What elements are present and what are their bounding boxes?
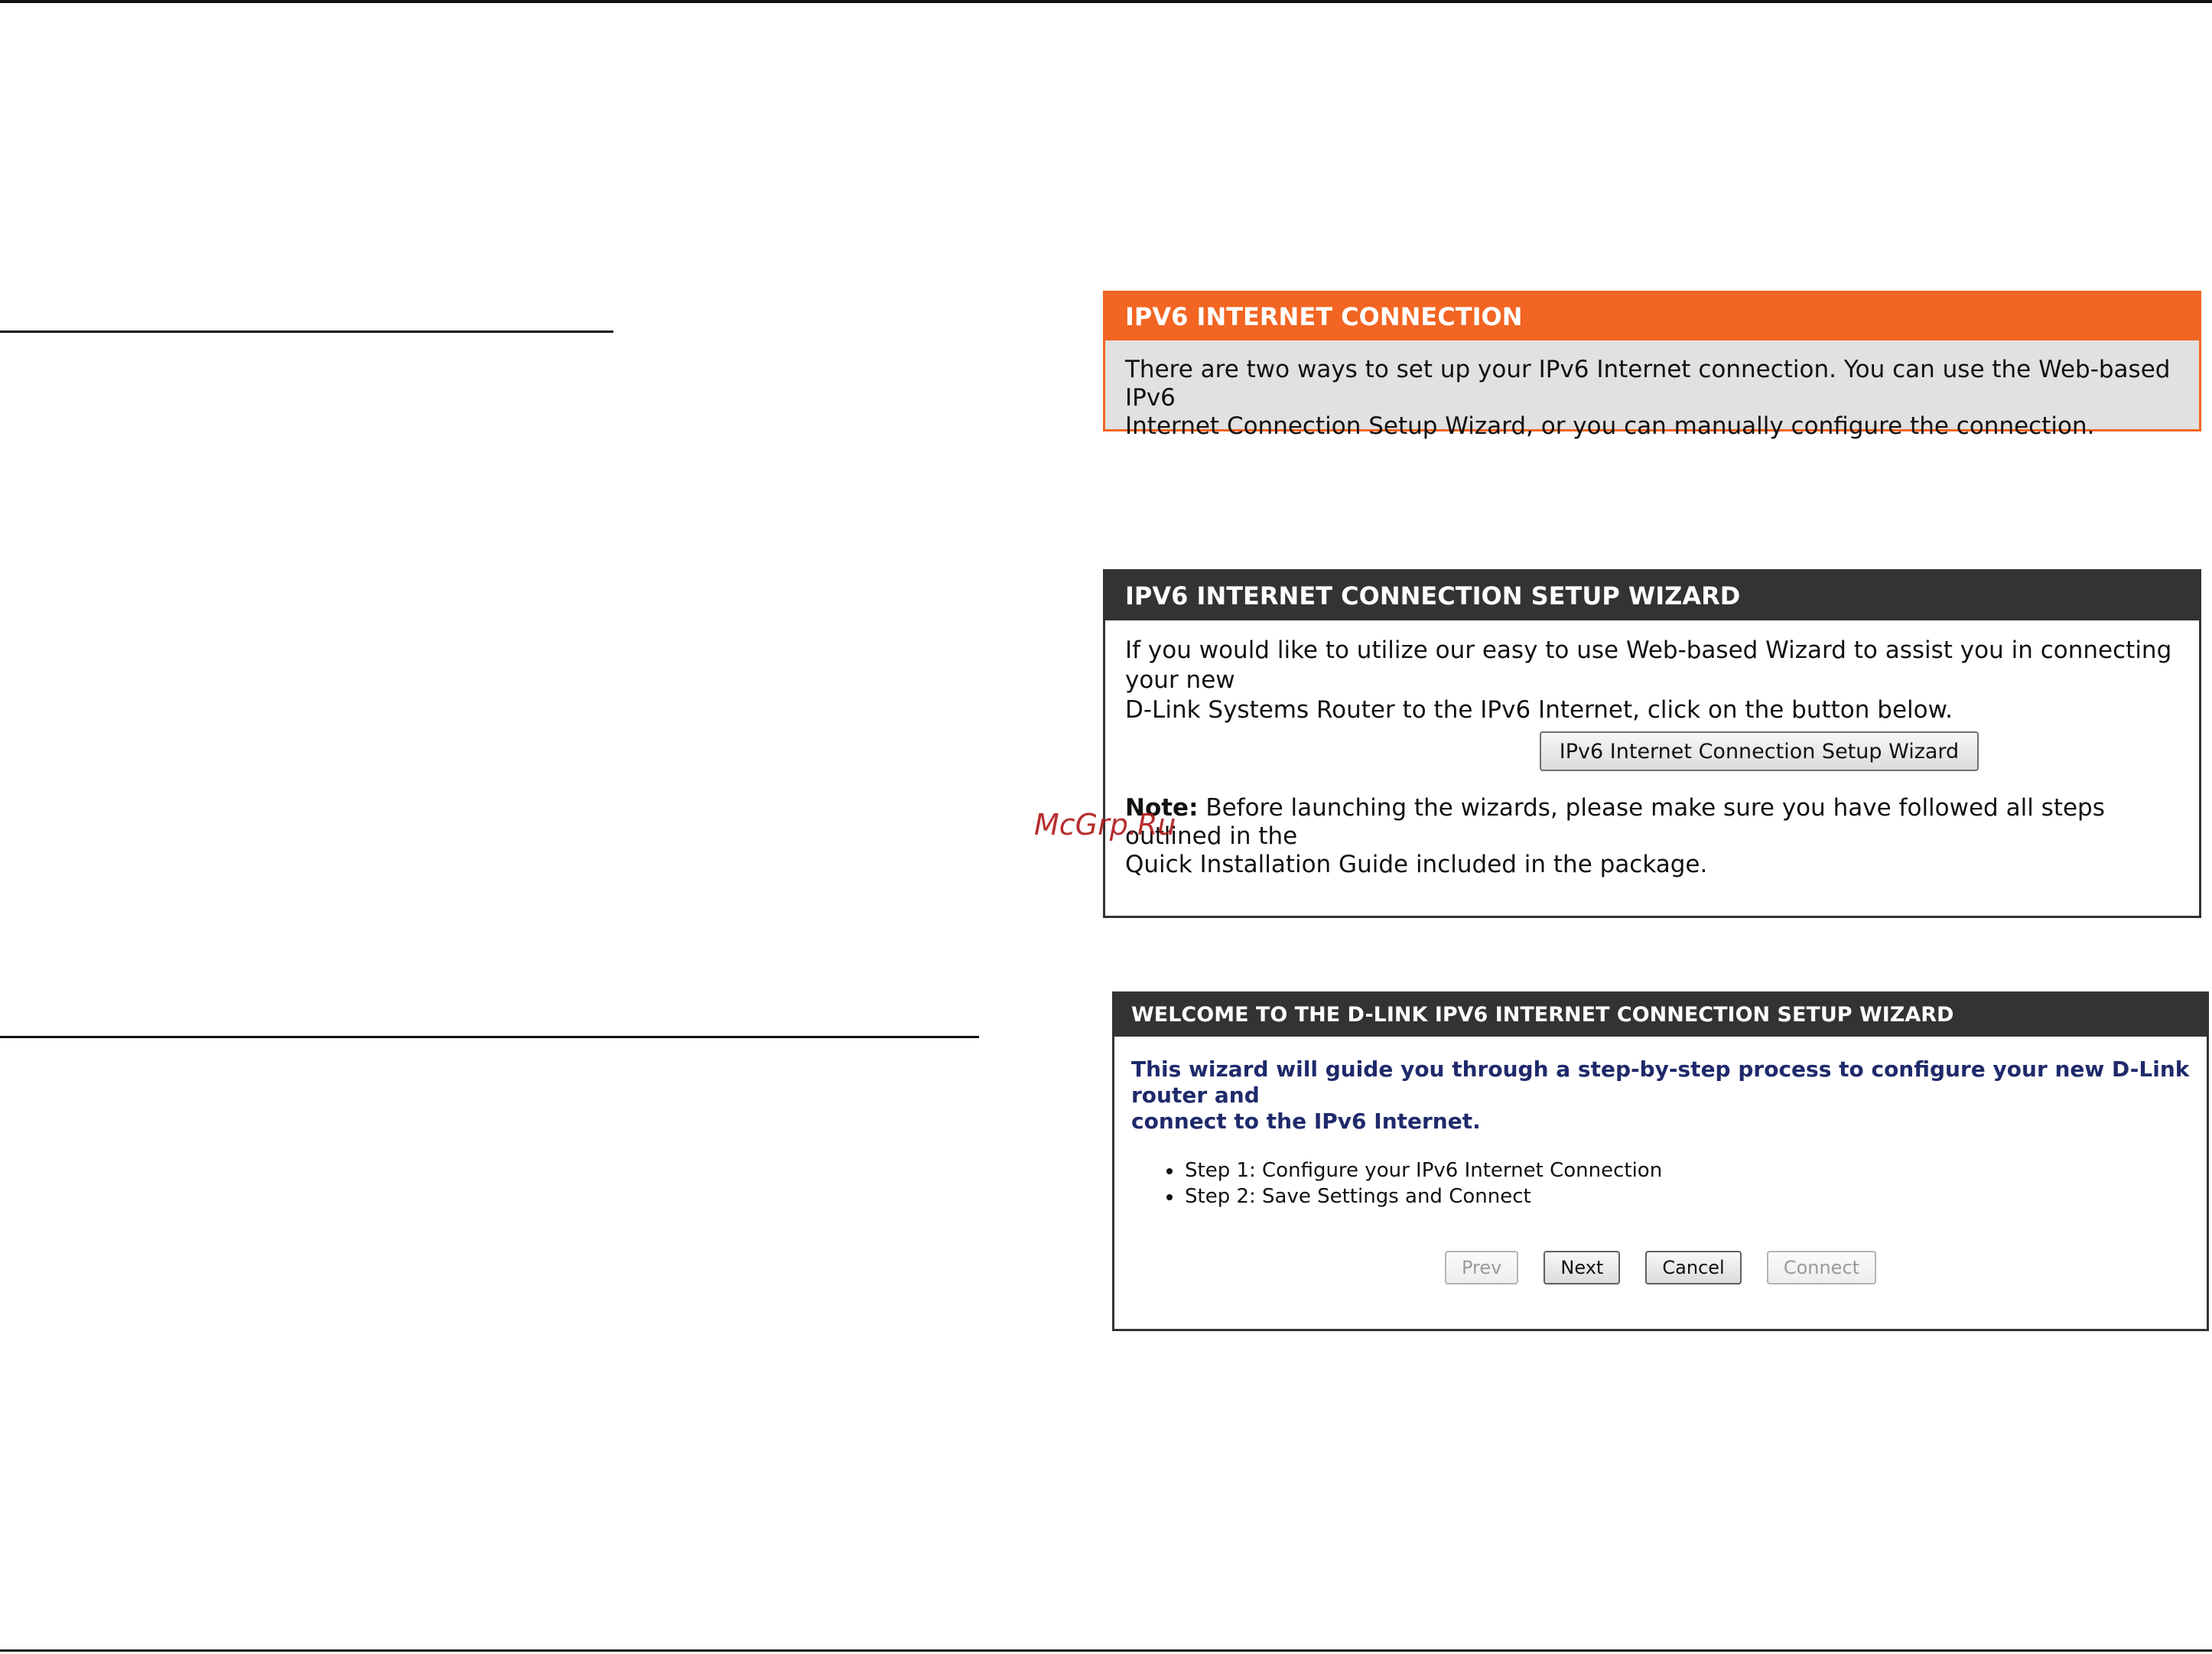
note-text-2: Quick Installation Guide included in the… xyxy=(1125,851,1708,878)
welcome-wizard-title: WELCOME TO THE D-LINK IPV6 INTERNET CONN… xyxy=(1114,994,2207,1037)
wizard-steps-list: Step 1: Configure your IPv6 Internet Con… xyxy=(1114,1157,2207,1210)
setup-wizard-panel: IPV6 INTERNET CONNECTION SETUP WIZARD If… xyxy=(1103,569,2201,918)
ipv6-connection-title: IPV6 INTERNET CONNECTION xyxy=(1105,293,2199,340)
setup-wizard-description: If you would like to utilize our easy to… xyxy=(1105,620,2199,725)
wizard-nav-buttons: Prev Next Cancel Connect xyxy=(1114,1251,2207,1284)
top-rule xyxy=(0,0,2212,3)
section-rule-2 xyxy=(0,1036,979,1038)
prev-button[interactable]: Prev xyxy=(1444,1251,1519,1284)
section-rule-1 xyxy=(0,330,613,333)
wizard-step-1: Step 1: Configure your IPv6 Internet Con… xyxy=(1183,1157,2207,1184)
note-text-1: Before launching the wizards, please mak… xyxy=(1125,794,2105,850)
welcome-lead-line-1: This wizard will guide you through a ste… xyxy=(1131,1057,2190,1108)
bottom-rule xyxy=(0,1649,2212,1652)
ipv6-connection-panel: IPV6 INTERNET CONNECTION There are two w… xyxy=(1103,291,2201,440)
setup-wizard-title: IPV6 INTERNET CONNECTION SETUP WIZARD xyxy=(1105,571,2199,620)
welcome-wizard-panel: WELCOME TO THE D-LINK IPV6 INTERNET CONN… xyxy=(1112,991,2209,1331)
wizard-step-2: Step 2: Save Settings and Connect xyxy=(1183,1184,2207,1210)
setup-wizard-line-1: If you would like to utilize our easy to… xyxy=(1125,637,2172,694)
connect-button[interactable]: Connect xyxy=(1766,1251,1877,1284)
wizard-note: Note: Before launching the wizards, plea… xyxy=(1105,771,2199,879)
setup-wizard-button-row: IPv6 Internet Connection Setup Wizard xyxy=(1105,731,2199,771)
ipv6-connection-description: There are two ways to set up your IPv6 I… xyxy=(1105,340,2199,441)
ipv6-setup-wizard-button[interactable]: IPv6 Internet Connection Setup Wizard xyxy=(1539,731,1979,771)
watermark-text: McGrp.Ru xyxy=(1034,808,1176,842)
ipv6-connection-line-2: Internet Connection Setup Wizard, or you… xyxy=(1125,412,2095,440)
ipv6-connection-line-1: There are two ways to set up your IPv6 I… xyxy=(1125,356,2171,412)
welcome-lead-text: This wizard will guide you through a ste… xyxy=(1114,1037,2207,1135)
welcome-lead-line-2: connect to the IPv6 Internet. xyxy=(1131,1109,1481,1134)
wizard-note-line-1: Note: Before launching the wizards, plea… xyxy=(1125,794,2179,851)
next-button[interactable]: Next xyxy=(1544,1251,1621,1284)
cancel-button[interactable]: Cancel xyxy=(1645,1251,1742,1284)
setup-wizard-line-2: D-Link Systems Router to the IPv6 Intern… xyxy=(1125,696,1953,724)
